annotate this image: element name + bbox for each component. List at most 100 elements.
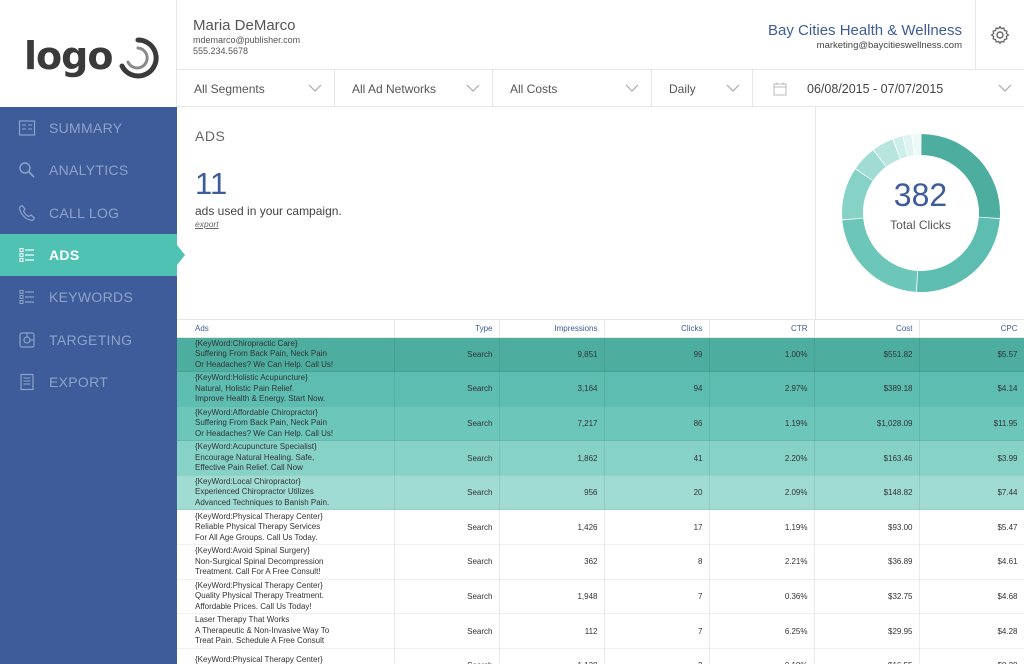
- segments-dropdown[interactable]: All Segments: [177, 70, 335, 107]
- impressions-cell: 9,851: [499, 337, 605, 373]
- ad-line: {KeyWord:Affordable Chiropractor}: [195, 407, 318, 417]
- sidebar-item-targeting[interactable]: TARGETING: [0, 318, 177, 360]
- clicks-cell: 8: [604, 544, 710, 580]
- table-row[interactable]: {KeyWord:Physical Therapy Center} Reliabl…: [177, 509, 1024, 546]
- impressions-cell: 1,862: [499, 440, 605, 476]
- sidebar-item-keywords[interactable]: KEYWORDS: [0, 276, 177, 318]
- logo[interactable]: logo: [24, 34, 113, 78]
- table-header-row: Ads Type Impressions Clicks CTR Cost CPC: [177, 320, 1024, 338]
- ad-line: Effective Pain Relief. Call Now: [195, 463, 303, 473]
- ads-count: 11: [195, 166, 228, 201]
- clicks-cell: 17: [604, 509, 710, 546]
- impressions-cell: 362: [499, 544, 605, 580]
- column-header-ads[interactable]: Ads: [177, 320, 395, 338]
- impressions-cell: 956: [499, 475, 605, 511]
- ad-text-cell: Laser Therapy That Works A Therapeutic & …: [177, 613, 395, 649]
- logo-area: logo: [0, 0, 177, 107]
- ad-line: {KeyWord:Acupuncture Specialist}: [195, 442, 317, 452]
- settings-button[interactable]: [975, 0, 1024, 70]
- document-icon: [18, 373, 36, 391]
- ad-line: {KeyWord:Local Chiropractor}: [195, 476, 301, 486]
- sidebar-item-call-log[interactable]: CALL LOG: [0, 192, 177, 234]
- sidebar-item-label: ADS: [49, 247, 80, 264]
- column-header-impressions[interactable]: Impressions: [499, 320, 605, 338]
- cpc-cell: $11.95: [919, 406, 1024, 442]
- ad-line: Suffering From Back Pain, Neck Pain: [195, 418, 327, 428]
- donut-slice[interactable]: [912, 134, 921, 156]
- search-icon: [18, 161, 36, 179]
- chevron-down-icon: [998, 84, 1012, 92]
- ad-line: Improve Health & Energy. Start Now.: [195, 394, 326, 404]
- column-header-cost[interactable]: Cost: [814, 320, 920, 338]
- list-icon: [18, 288, 36, 306]
- ad-text-cell: {KeyWord:Chiropractic Care} Suffering Fro…: [177, 337, 395, 373]
- ad-line: Laser Therapy That Works: [195, 615, 290, 625]
- ad-text-cell: {KeyWord:Physical Therapy Center} Reliabl…: [177, 509, 395, 546]
- table-row[interactable]: {KeyWord:Physical Therapy Center} Quality…: [177, 579, 1024, 615]
- costs-dropdown[interactable]: All Costs: [493, 70, 652, 107]
- chevron-down-icon: [466, 84, 480, 92]
- ctr-cell: 2.20%: [709, 440, 815, 476]
- date-range-picker[interactable]: 06/08/2015 - 07/07/2015: [753, 70, 1024, 107]
- date-range-value: 06/08/2015 - 07/07/2015: [807, 81, 944, 96]
- sidebar-item-summary[interactable]: SUMMARY: [0, 107, 177, 149]
- sidebar-item-analytics[interactable]: ANALYTICS: [0, 149, 177, 191]
- type-cell: Search: [394, 613, 500, 649]
- sidebar-item-label: SUMMARY: [49, 120, 123, 137]
- ad-text-cell: {KeyWord:Local Chiropractor} Experienced …: [177, 475, 395, 511]
- cost-cell: $16.55: [814, 648, 920, 664]
- table-row[interactable]: {KeyWord:Acupuncture Specialist} Encourag…: [177, 440, 1024, 476]
- chevron-down-icon: [726, 84, 740, 92]
- sidebar-item-export[interactable]: EXPORT: [0, 361, 177, 403]
- cost-cell: $29.95: [814, 613, 920, 649]
- table-row[interactable]: Laser Therapy That Works A Therapeutic & …: [177, 613, 1024, 649]
- clicks-cell: 99: [604, 337, 710, 373]
- column-header-clicks[interactable]: Clicks: [604, 320, 710, 338]
- column-header-type[interactable]: Type: [394, 320, 500, 338]
- cost-cell: $1,028.09: [814, 406, 920, 442]
- ad-line: Affordable Prices. Call Us Today!: [195, 601, 312, 611]
- clicks-cell: 94: [604, 371, 710, 407]
- gear-icon: [990, 25, 1010, 45]
- clicks-cell: 20: [604, 475, 710, 511]
- table-row[interactable]: {KeyWord:Physical Therapy Center}Cutting…: [177, 648, 1024, 664]
- table-row[interactable]: {KeyWord:Avoid Spinal Surgery} Non-Surgic…: [177, 544, 1024, 580]
- ctr-cell: 0.18%: [709, 648, 815, 664]
- table-row[interactable]: {KeyWord:Affordable Chiropractor} Sufferi…: [177, 406, 1024, 442]
- filter-bar: All Segments All Ad Networks All Costs D…: [177, 70, 1024, 107]
- type-cell: Search: [394, 475, 500, 511]
- type-cell: Search: [394, 509, 500, 546]
- impressions-cell: 7,217: [499, 406, 605, 442]
- target-icon: [18, 331, 36, 349]
- ad-text-cell: {KeyWord:Holistic Acupuncture} Natural, H…: [177, 371, 395, 407]
- user-email: mdemarco@publisher.com: [193, 35, 301, 45]
- table-row[interactable]: {KeyWord:Holistic Acupuncture} Natural, H…: [177, 371, 1024, 407]
- ad-line: Non-Surgical Spinal Decompression: [195, 556, 324, 566]
- ad-line: {KeyWord:Chiropractic Care}: [195, 338, 298, 348]
- client-name: Bay Cities Health & Wellness: [768, 22, 962, 39]
- cpc-cell: $4.28: [919, 613, 1024, 649]
- ad-line: For All Age Groups. Call Us Today.: [195, 532, 318, 542]
- column-header-ctr[interactable]: CTR: [709, 320, 815, 338]
- interval-dropdown[interactable]: Daily: [652, 70, 753, 107]
- ad-line: {KeyWord:Holistic Acupuncture}: [195, 373, 308, 383]
- clicks-cell: 41: [604, 440, 710, 476]
- total-clicks-value: 382: [893, 177, 948, 213]
- column-header-cpc[interactable]: CPC: [919, 320, 1024, 338]
- ads-summary: ADS 11 ads used in your campaign. export: [177, 107, 815, 319]
- ad-line: Encourage Natural Healing. Safe,: [195, 452, 315, 462]
- table-row[interactable]: {KeyWord:Local Chiropractor} Experienced …: [177, 475, 1024, 511]
- ad-line: Or Headaches? We Can Help. Call Us!: [195, 359, 334, 369]
- export-link[interactable]: export: [195, 219, 219, 229]
- total-clicks-label: Total Clicks: [890, 218, 951, 232]
- ad-text-cell: {KeyWord:Affordable Chiropractor} Sufferi…: [177, 406, 395, 442]
- table-row[interactable]: {KeyWord:Chiropractic Care} Suffering Fro…: [177, 337, 1024, 373]
- clicks-cell: 7: [604, 613, 710, 649]
- type-cell: Search: [394, 579, 500, 615]
- cpc-cell: $4.14: [919, 371, 1024, 407]
- ad-text-cell: {KeyWord:Avoid Spinal Surgery} Non-Surgic…: [177, 544, 395, 580]
- networks-dropdown[interactable]: All Ad Networks: [335, 70, 493, 107]
- section-title: ADS: [195, 128, 226, 144]
- sidebar-item-ads[interactable]: ADS: [0, 233, 177, 277]
- ctr-cell: 1.00%: [709, 337, 815, 373]
